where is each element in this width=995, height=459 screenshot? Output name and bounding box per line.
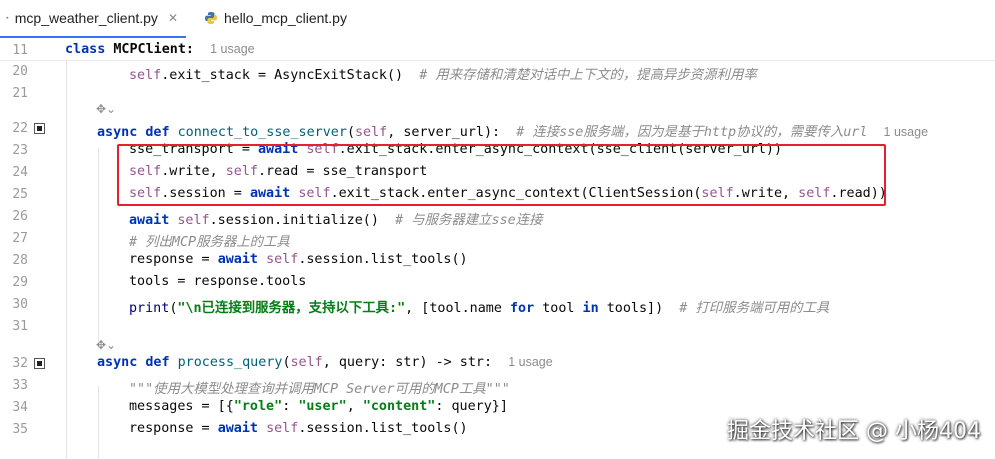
- line-number: 22: [12, 121, 28, 136]
- line-number: 23: [12, 143, 28, 158]
- editor-tab-bar: mcp_weather_client.py ✕ hello_mcp_client…: [0, 0, 995, 39]
- code-text: print("\n已连接到服务器，支持以下工具:", [tool.name fo…: [129, 301, 830, 316]
- line-number: 21: [12, 86, 28, 101]
- indent-guide: [98, 148, 99, 348]
- code-text: response = await self.session.list_tools…: [129, 252, 468, 267]
- line-number: 30: [12, 297, 28, 312]
- line-number: 35: [12, 422, 28, 437]
- code-text: self.exit_stack = AsyncExitStack() # 用来存…: [129, 68, 757, 83]
- code-line-11: 11 class MCPClient: 1 usage: [0, 40, 995, 62]
- code-text: response = await self.session.list_tools…: [129, 421, 468, 436]
- indent-guide: [98, 386, 99, 459]
- code-text: class MCPClient: 1 usage: [65, 42, 255, 57]
- usage-hint[interactable]: 1 usage: [884, 125, 928, 139]
- code-text: """使用大模型处理查询并调用MCP Server可用的MCP工具""": [129, 382, 510, 397]
- method-gutter-icon[interactable]: [34, 358, 45, 369]
- usage-hint[interactable]: 1 usage: [508, 355, 552, 369]
- line-number: 25: [12, 187, 28, 202]
- line-number: 33: [12, 378, 28, 393]
- line-number: 34: [12, 400, 28, 415]
- watermark: 掘金技术社区 @ 小杨404: [727, 419, 981, 444]
- code-text: async def process_query(self, query: str…: [97, 355, 553, 370]
- line-number: 11: [12, 43, 28, 58]
- code-text: messages = [{"role": "user", "content": …: [129, 399, 508, 414]
- line-number: 27: [12, 231, 28, 246]
- line-number: 24: [12, 165, 28, 180]
- line-number: 29: [12, 275, 28, 290]
- code-editor[interactable]: 11 class MCPClient: 1 usage 20 self.exit…: [0, 38, 995, 459]
- python-file-icon: [6, 16, 9, 20]
- code-text: await self.session.initialize() # 与服务器建立…: [129, 213, 543, 228]
- highlight-box: [117, 144, 886, 206]
- method-gutter-icon[interactable]: [34, 123, 45, 134]
- tab-hello-mcp-client[interactable]: hello_mcp_client.py: [196, 0, 355, 36]
- line-number: 28: [12, 253, 28, 268]
- code-text: # 列出MCP服务器上的工具: [129, 235, 290, 250]
- line-number: 20: [12, 64, 28, 79]
- tab-mcp-weather-client[interactable]: mcp_weather_client.py ✕: [0, 0, 186, 39]
- tab-label: hello_mcp_client.py: [224, 10, 347, 26]
- tab-label: mcp_weather_client.py: [14, 10, 158, 26]
- code-text: tools = response.tools: [129, 274, 307, 289]
- code-text: async def connect_to_sse_server(self, se…: [97, 125, 929, 140]
- usage-hint[interactable]: 1 usage: [210, 42, 254, 56]
- python-file-icon: [205, 12, 217, 24]
- indent-guide: [66, 60, 67, 459]
- line-number: 26: [12, 209, 28, 224]
- line-number: 32: [12, 356, 28, 371]
- ai-assistant-icon[interactable]: ✥⌄: [96, 338, 116, 352]
- close-tab-icon[interactable]: ✕: [168, 11, 178, 25]
- ai-assistant-icon[interactable]: ✥⌄: [96, 102, 116, 116]
- line-number: 31: [12, 319, 28, 334]
- sticky-header-divider: [0, 60, 995, 61]
